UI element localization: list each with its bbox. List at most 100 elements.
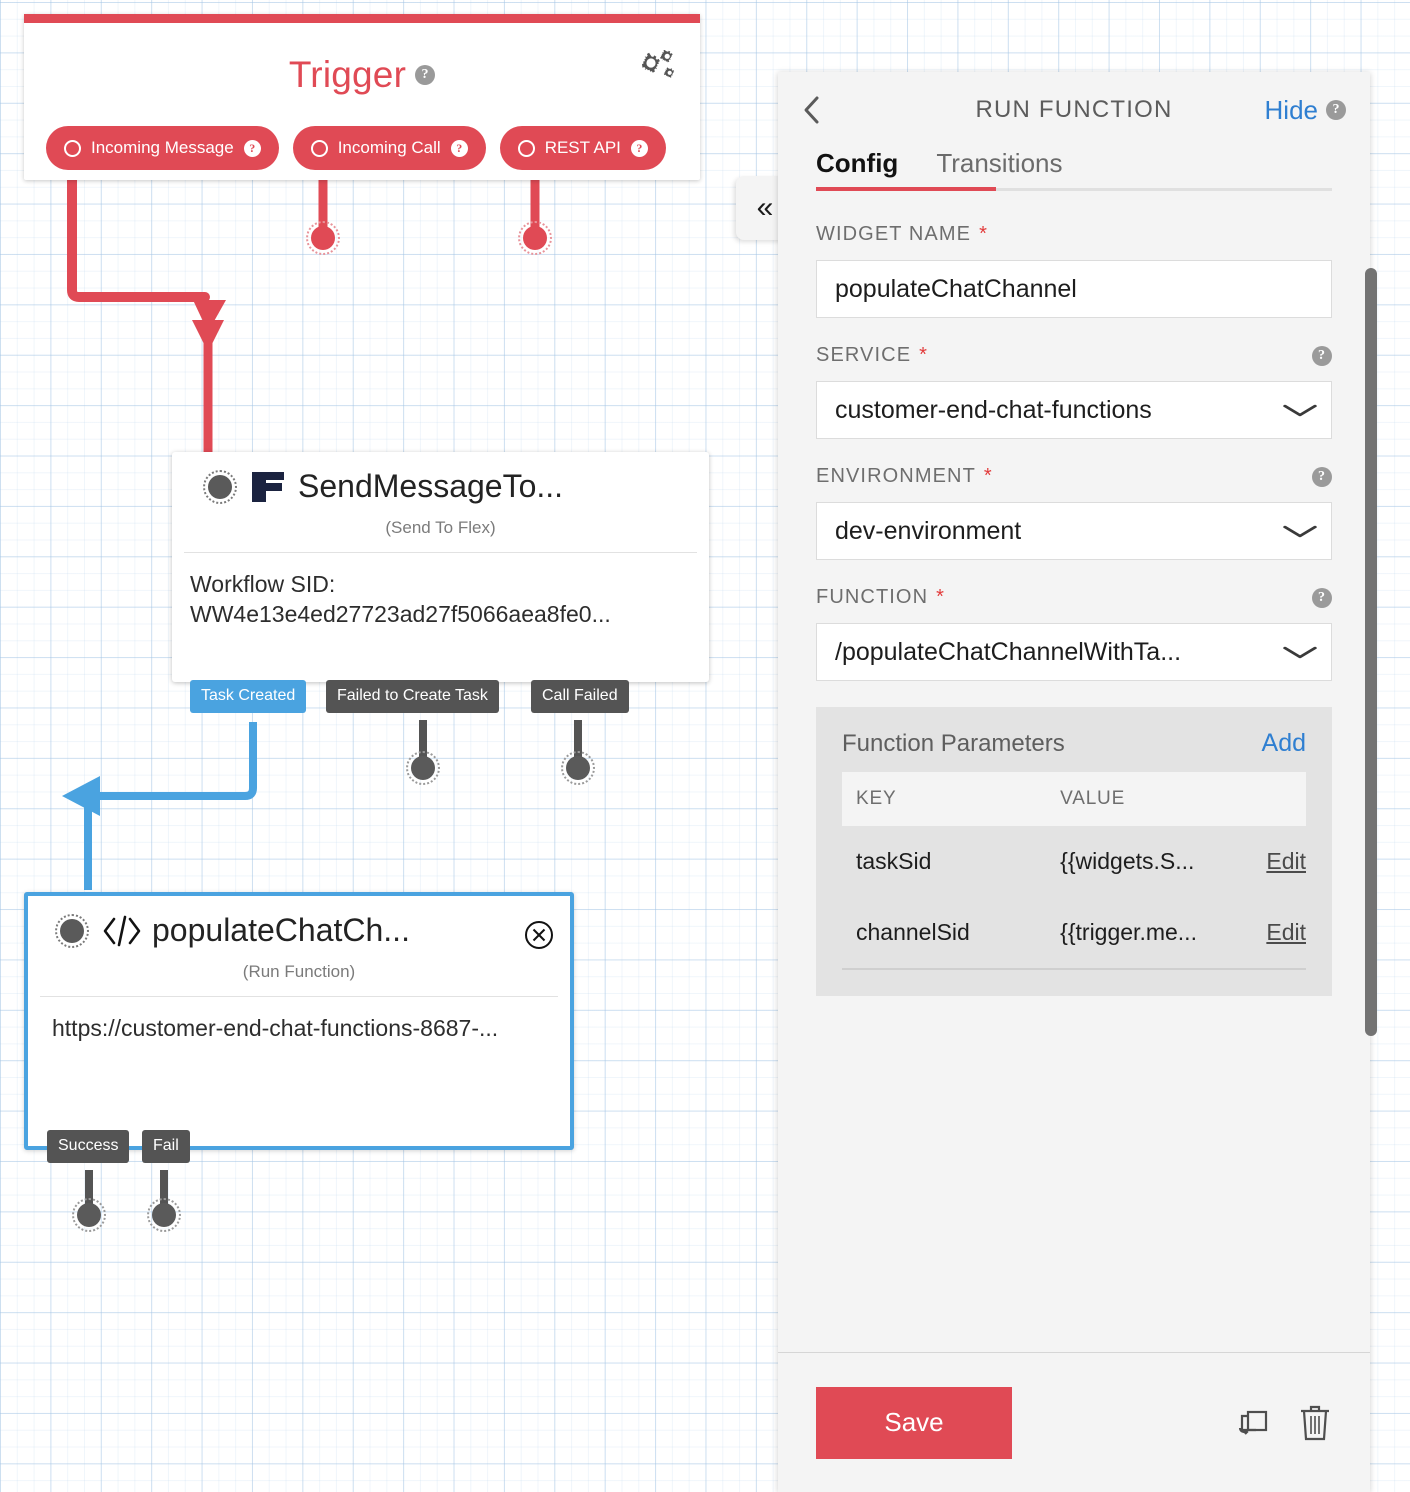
table-header-row: KEY VALUE (842, 772, 1306, 826)
save-button[interactable]: Save (816, 1386, 1012, 1459)
column-header-key: KEY (842, 772, 1047, 826)
trigger-pill-incoming-message[interactable]: Incoming Message ? (46, 126, 279, 170)
edit-parameter-button[interactable]: Edit (1266, 848, 1306, 874)
circle-outline-icon (64, 139, 81, 157)
workflow-sid-label: Workflow SID: (190, 571, 336, 597)
endpoint-dot-incoming-call[interactable] (306, 221, 340, 255)
panel-form-scroll-area[interactable]: WIDGET NAME * populateChatChannel SERVIC… (778, 191, 1370, 1352)
help-circle-icon[interactable]: ? (630, 139, 648, 157)
help-circle-icon[interactable]: ? (450, 139, 468, 157)
panel-vertical-scrollbar[interactable] (1365, 268, 1377, 1036)
function-parameters-section: Function Parameters Add KEY VALUE taskSi… (816, 707, 1332, 996)
table-row: channelSid {{trigger.me... Edit (842, 897, 1306, 970)
hide-control[interactable]: Hide ? (1265, 95, 1346, 126)
hide-link[interactable]: Hide (1265, 95, 1318, 126)
widget-populate-chat-channel[interactable]: populateChatCh... (Run Function) https:/… (24, 892, 574, 1150)
endpoint-dot-success[interactable] (72, 1198, 106, 1232)
gears-icon[interactable] (640, 50, 676, 82)
trigger-pill-rest-api[interactable]: REST API ? (499, 126, 666, 170)
help-circle-icon[interactable]: ? (1326, 100, 1346, 120)
chevron-down-icon[interactable] (1281, 644, 1320, 660)
tab-config[interactable]: Config (816, 148, 898, 191)
tab-transitions[interactable]: Transitions (936, 148, 1062, 191)
service-value: customer-end-chat-functions (835, 395, 1152, 424)
param-key: taskSid (856, 848, 932, 874)
endpoint-dot-rest-api[interactable] (518, 221, 552, 255)
help-circle-icon[interactable]: ? (1312, 345, 1332, 366)
trigger-pill-label: Incoming Message (91, 138, 234, 157)
duplicate-icon[interactable] (1234, 1404, 1272, 1442)
chevron-down-icon[interactable] (1281, 402, 1320, 418)
circle-outline-icon (517, 139, 535, 157)
output-chip-failed-to-create-task[interactable]: Failed to Create Task (326, 680, 499, 713)
widget-body: Workflow SID: WW4e13e4ed27723ad27f5066ae… (172, 553, 709, 646)
trigger-widget[interactable]: Trigger ? Incoming Message ? Incoming Ca… (24, 14, 700, 180)
endpoint-dot-fail[interactable] (147, 1198, 181, 1232)
panel-header: RUN FUNCTION Hide ? (778, 72, 1370, 148)
function-value: /populateChatChannelWithTa... (835, 637, 1182, 666)
footer-icon-group (1234, 1403, 1332, 1443)
widget-title: SendMessageTo... (298, 470, 564, 504)
endpoint-dot-failed-to-create-task[interactable] (406, 751, 440, 785)
column-header-actions (1231, 772, 1306, 826)
widget-config-panel[interactable]: RUN FUNCTION Hide ? Config Transitions W… (778, 72, 1370, 1492)
param-value: {{widgets.S... (1060, 848, 1195, 874)
widget-body: https://customer-end-chat-functions-8687… (28, 997, 570, 1059)
trigger-pill-list: Incoming Message ? Incoming Call ? REST … (46, 126, 666, 170)
environment-select[interactable]: dev-environment (816, 502, 1332, 560)
function-parameters-header: Function Parameters Add (842, 729, 1306, 758)
function-select[interactable]: /populateChatChannelWithTa... (816, 623, 1332, 681)
param-key: channelSid (842, 897, 1047, 970)
label-text: WIDGET NAME (816, 223, 972, 245)
widget-send-message-to-agent[interactable]: SendMessageTo... (Send To Flex) Workflow… (172, 452, 709, 682)
widget-header: SendMessageTo... (172, 452, 709, 510)
required-asterisk: * (979, 223, 988, 245)
widget-input-handle[interactable] (203, 470, 237, 504)
label-text: SERVICE (816, 344, 912, 366)
trash-icon[interactable] (1298, 1403, 1332, 1443)
trigger-title-row: Trigger ? (24, 56, 700, 93)
param-actions: Edit (1231, 897, 1306, 970)
param-value: {{trigger.me... (1046, 897, 1232, 970)
table-row: taskSid {{widgets.S... Edit (842, 826, 1306, 897)
widget-input-handle[interactable] (55, 914, 89, 948)
label-text: FUNCTION (816, 586, 929, 608)
trigger-pill-incoming-call[interactable]: Incoming Call ? (292, 126, 486, 170)
label-text: ENVIRONMENT (816, 465, 976, 487)
panel-tabs[interactable]: Config Transitions (778, 148, 1370, 191)
help-circle-icon[interactable]: ? (1312, 587, 1332, 608)
function-parameters-table: KEY VALUE taskSid {{widgets.S... Edit ch… (842, 772, 1306, 970)
function-url-value: https://customer-end-chat-functions-8687… (52, 1015, 499, 1041)
environment-label: ENVIRONMENT * ? (816, 465, 1332, 488)
workflow-sid-value: WW4e13e4ed27723ad27f5066aea8fe0... (190, 601, 611, 628)
output-chip-call-failed[interactable]: Call Failed (531, 680, 629, 713)
panel-footer: Save (778, 1352, 1370, 1492)
required-asterisk: * (936, 586, 946, 608)
endpoint-dot-call-failed[interactable] (561, 751, 595, 785)
environment-value: dev-environment (835, 516, 1022, 545)
widget-type-label: (Run Function) (242, 962, 356, 981)
required-asterisk: * (919, 344, 929, 366)
column-header-value: VALUE (1046, 772, 1232, 826)
widget-name-input[interactable]: populateChatChannel (816, 260, 1332, 318)
add-parameter-button[interactable]: Add (1262, 729, 1306, 758)
output-chip-task-created[interactable]: Task Created (190, 680, 307, 713)
code-brackets-icon (103, 915, 141, 947)
service-label: SERVICE * ? (816, 344, 1332, 367)
service-select[interactable]: customer-end-chat-functions (816, 381, 1332, 439)
output-chip-fail[interactable]: Fail (142, 1130, 190, 1163)
close-circle-icon[interactable] (524, 920, 554, 950)
help-circle-icon[interactable]: ? (415, 64, 436, 85)
required-asterisk: * (983, 465, 993, 487)
chevron-down-icon[interactable] (1281, 523, 1320, 539)
help-circle-icon[interactable]: ? (1312, 466, 1332, 487)
trigger-title: Trigger (288, 54, 407, 95)
edit-parameter-button[interactable]: Edit (1266, 919, 1306, 945)
trigger-pill-label: REST API (544, 138, 621, 157)
output-chip-success[interactable]: Success (47, 1130, 130, 1163)
widget-type-label: (Send To Flex) (385, 518, 496, 537)
widget-header: populateChatCh... (28, 896, 570, 954)
circle-outline-icon (310, 139, 328, 157)
help-circle-icon[interactable]: ? (243, 139, 261, 157)
widget-name-value: populateChatChannel (835, 274, 1077, 303)
